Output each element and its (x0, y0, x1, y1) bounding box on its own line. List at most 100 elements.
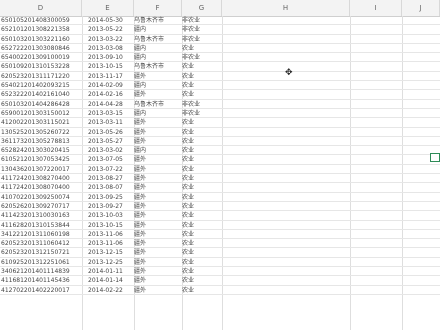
household-type-cell[interactable]: 农业 (182, 183, 222, 192)
region-cell[interactable]: 疆外 (134, 90, 182, 99)
household-type-cell[interactable]: 农业 (182, 248, 222, 257)
household-type-cell[interactable]: 农业 (182, 267, 222, 276)
region-cell[interactable]: 乌鲁木齐市 (134, 100, 182, 109)
region-cell[interactable]: 疆外 (134, 230, 182, 239)
region-cell[interactable]: 疆外 (134, 183, 182, 192)
region-cell[interactable]: 疆外 (134, 258, 182, 267)
id-number-cell[interactable]: 340621201401114839 (0, 267, 87, 276)
region-cell[interactable]: 疆内 (134, 109, 182, 118)
region-cell[interactable]: 疆外 (134, 137, 182, 146)
region-cell[interactable]: 乌鲁木齐市 (134, 35, 182, 44)
household-type-cell[interactable]: 农业 (182, 221, 222, 230)
household-type-cell[interactable]: 非农业 (182, 109, 222, 118)
household-type-cell[interactable]: 农业 (182, 211, 222, 220)
household-type-cell[interactable]: 农业 (182, 44, 222, 53)
column-header-e[interactable]: E (82, 0, 134, 16)
household-type-cell[interactable]: 农业 (182, 193, 222, 202)
column-header-bar: D E F G H I J (0, 0, 440, 17)
region-cell[interactable]: 疆外 (134, 193, 182, 202)
id-number-cell[interactable]: 620523201311060412 (0, 239, 87, 248)
household-type-cell[interactable]: 农业 (182, 286, 222, 295)
id-number-cell[interactable]: 410702201309250074 (0, 193, 87, 202)
id-number-cell[interactable]: 610521201307053425 (0, 155, 87, 164)
id-number-cell[interactable]: 411724201308270400 (0, 174, 87, 183)
id-number-cell[interactable]: 652322201402161040 (0, 90, 87, 99)
column-header-i[interactable]: I (350, 0, 402, 16)
region-cell[interactable]: 疆外 (134, 239, 182, 248)
household-type-cell[interactable]: 非农业 (182, 53, 222, 62)
column-header-g[interactable]: G (182, 0, 222, 16)
region-cell[interactable]: 疆外 (134, 286, 182, 295)
id-number-cell[interactable]: 411628201310153844 (0, 221, 87, 230)
region-cell[interactable]: 乌鲁木齐市 (134, 16, 182, 25)
id-number-cell[interactable]: 650109201310153228 (0, 62, 87, 71)
id-number-cell[interactable]: 654002201309100019 (0, 53, 87, 62)
household-type-cell[interactable]: 农业 (182, 137, 222, 146)
region-cell[interactable]: 疆外 (134, 165, 182, 174)
region-cell[interactable]: 疆外 (134, 72, 182, 81)
region-cell[interactable]: 疆外 (134, 155, 182, 164)
id-number-cell[interactable]: 411681201401145436 (0, 276, 87, 285)
id-number-cell[interactable]: 361173201305278813 (0, 137, 87, 146)
id-number-cell[interactable]: 130436201307220017 (0, 165, 87, 174)
column-header-d[interactable]: D (0, 0, 82, 16)
id-number-cell[interactable]: 659001201303150012 (0, 109, 87, 118)
column-header-h[interactable]: H (222, 0, 350, 16)
region-cell[interactable]: 疆外 (134, 276, 182, 285)
id-number-cell[interactable]: 411423201310030163 (0, 211, 87, 220)
id-number-cell[interactable]: 652101201308221358 (0, 25, 87, 34)
region-cell[interactable]: 疆内 (134, 81, 182, 90)
region-cell[interactable]: 疆内 (134, 44, 182, 53)
id-number-cell[interactable]: 620526201309270717 (0, 202, 87, 211)
id-number-cell[interactable]: 652722201303080846 (0, 44, 87, 53)
household-type-cell[interactable]: 非农业 (182, 100, 222, 109)
household-type-cell[interactable]: 农业 (182, 239, 222, 248)
household-type-cell[interactable]: 农业 (182, 155, 222, 164)
id-number-cell[interactable]: 610925201312251061 (0, 258, 87, 267)
region-cell[interactable]: 疆外 (134, 267, 182, 276)
id-number-cell[interactable]: 412702201402220017 (0, 286, 87, 295)
region-cell[interactable]: 疆外 (134, 221, 182, 230)
id-number-cell[interactable]: 620523201312150721 (0, 248, 87, 257)
household-type-cell[interactable]: 农业 (182, 202, 222, 211)
household-type-cell[interactable]: 非农业 (182, 35, 222, 44)
region-cell[interactable]: 疆外 (134, 248, 182, 257)
region-cell[interactable]: 疆外 (134, 118, 182, 127)
region-cell[interactable]: 乌鲁木齐市 (134, 62, 182, 71)
household-type-cell[interactable]: 农业 (182, 276, 222, 285)
id-number-cell[interactable]: 650103201404286428 (0, 100, 87, 109)
household-type-cell[interactable]: 农业 (182, 72, 222, 81)
id-number-cell[interactable]: 412002201303115021 (0, 118, 87, 127)
id-number-cell[interactable]: 341221201311060198 (0, 230, 87, 239)
household-type-cell[interactable]: 农业 (182, 174, 222, 183)
region-cell[interactable]: 疆外 (134, 174, 182, 183)
region-cell[interactable]: 疆内 (134, 25, 182, 34)
region-cell[interactable]: 疆外 (134, 211, 182, 220)
household-type-cell[interactable]: 农业 (182, 62, 222, 71)
household-type-cell[interactable]: 非农业 (182, 16, 222, 25)
region-cell[interactable]: 疆内 (134, 53, 182, 62)
region-cell[interactable]: 疆内 (134, 146, 182, 155)
id-number-cell[interactable]: 650105201408300059 (0, 16, 87, 25)
region-cell[interactable]: 疆外 (134, 128, 182, 137)
id-number-cell[interactable]: 130525201305260722 (0, 128, 87, 137)
household-type-cell[interactable]: 农业 (182, 118, 222, 127)
household-type-cell[interactable]: 农业 (182, 165, 222, 174)
id-number-cell[interactable]: 650103201303221160 (0, 35, 87, 44)
household-type-cell[interactable]: 农业 (182, 128, 222, 137)
id-number-cell[interactable]: 620523201311171220 (0, 72, 87, 81)
id-number-cell[interactable]: 654021201402093215 (0, 81, 87, 90)
column-header-f[interactable]: F (134, 0, 182, 16)
table-row: 411628201310153844 2013-10-15 疆外 农业 (0, 221, 440, 230)
column-header-j[interactable]: J (402, 0, 440, 16)
id-number-cell[interactable]: 652824201303020415 (0, 146, 87, 155)
selected-cell[interactable] (430, 153, 440, 162)
household-type-cell[interactable]: 非农业 (182, 25, 222, 34)
household-type-cell[interactable]: 农业 (182, 90, 222, 99)
household-type-cell[interactable]: 农业 (182, 81, 222, 90)
household-type-cell[interactable]: 农业 (182, 258, 222, 267)
household-type-cell[interactable]: 农业 (182, 230, 222, 239)
id-number-cell[interactable]: 411724201308070400 (0, 183, 87, 192)
region-cell[interactable]: 疆外 (134, 202, 182, 211)
household-type-cell[interactable]: 农业 (182, 146, 222, 155)
